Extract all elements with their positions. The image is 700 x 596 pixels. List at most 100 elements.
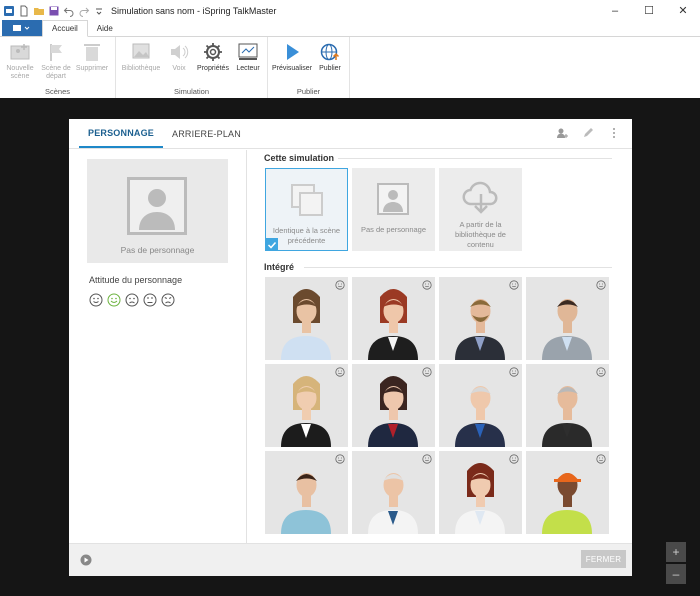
angry-face-icon[interactable] [161,293,175,307]
ribbon-tabs: Accueil Aide [0,20,700,37]
smile-icon [422,280,432,290]
play-icon [287,44,299,60]
library-icon [132,43,150,59]
character-placeholder: Pas de personnage [87,159,228,263]
add-character-icon[interactable] [556,127,568,139]
character-card[interactable] [439,451,522,534]
publish-label: Publier [319,65,341,72]
character-card[interactable] [526,277,609,360]
player-icon [238,43,258,60]
maximize-button[interactable]: ☐ [632,0,666,21]
placeholder-caption: Pas de personnage [120,245,195,255]
voice-label: Voix [172,65,186,72]
globe-icon [320,43,340,61]
character-card[interactable] [265,277,348,360]
customize-toolbar-icon[interactable] [93,5,105,17]
section-title-simulation: Cette simulation [264,153,335,163]
gear-icon [204,43,222,61]
character-dialog: PERSONNAGE ARRIERE-PLAN Pas de personnag… [69,119,632,576]
properties-label: Propriétés [197,65,229,72]
copy-icon [291,184,323,216]
smile-icon [509,454,519,464]
from-library-card[interactable]: A partir de la bibliothèque de contenu [439,168,522,251]
tab-aide[interactable]: Aide [88,20,122,36]
undo-icon[interactable] [63,5,75,17]
attitude-label: Attitude du personnage [89,275,183,285]
smile-icon [509,280,519,290]
title-bar: Simulation sans nom - iSpring TalkMaster… [0,0,700,21]
attitude-selector [89,293,175,307]
open-folder-icon[interactable] [33,5,45,17]
smile-icon [335,454,345,464]
flag-icon [50,44,62,61]
section-divider [338,158,612,159]
character-card[interactable] [352,364,435,447]
more-options-icon[interactable] [608,127,620,139]
play-preview-icon[interactable] [80,554,92,566]
quick-access-toolbar [0,5,105,17]
character-card[interactable] [439,277,522,360]
dialog-tabs: PERSONNAGE ARRIERE-PLAN [69,119,632,149]
person-placeholder-icon [377,183,409,215]
section-title-integrated: Intégré [264,262,295,272]
redo-icon[interactable] [78,5,90,17]
character-card[interactable] [265,451,348,534]
neutral-face-icon[interactable] [89,293,103,307]
smile-icon [596,367,606,377]
tab-accueil[interactable]: Accueil [42,20,88,37]
group-label-simulation: Simulation [173,87,210,96]
smile-icon [596,454,606,464]
file-menu-button[interactable] [2,20,42,36]
group-simulation: Bibliothèque Voix Propriétés Lecteur Sim… [116,37,268,98]
trash-icon [84,44,100,61]
save-icon[interactable] [48,5,60,17]
from-library-caption: A partir de la bibliothèque de contenu [455,220,506,249]
zoom-in-button[interactable]: + [666,542,686,562]
group-label-scenes: Scènes [44,87,71,96]
zoom-out-button[interactable]: – [666,564,686,584]
section-divider [304,267,612,268]
start-scene-label: Scène de départ [41,65,71,80]
no-character-card[interactable]: Pas de personnage [352,168,435,251]
speaker-icon [171,45,189,59]
dialog-footer: FERMER [69,543,632,576]
new-scene-icon [10,44,30,60]
same-as-previous-caption: Identique à la scène précédente [272,226,341,245]
group-publier: Prévisualiser Publier Publier [268,37,350,98]
character-card[interactable] [352,451,435,534]
character-library-pane: Cette simulation Identique à la scène pr… [256,150,626,543]
menu-icon [13,25,30,31]
character-card[interactable] [352,277,435,360]
zoom-controls: + – [666,542,686,584]
app-icon [4,5,14,16]
edit-icon[interactable] [582,127,594,139]
character-card[interactable] [526,451,609,534]
minimize-button[interactable]: – [598,0,632,21]
group-label-publier: Publier [296,87,321,96]
happy-face-icon[interactable] [107,293,121,307]
smile-icon [335,367,345,377]
no-character-caption: Pas de personnage [360,225,427,234]
delete-label: Supprimer [75,65,109,72]
smile-icon [335,280,345,290]
new-file-icon[interactable] [18,5,30,17]
smile-icon [509,367,519,377]
preview-label: Prévisualiser [271,65,313,72]
tab-arriere-plan[interactable]: ARRIERE-PLAN [163,119,250,148]
close-dialog-button[interactable]: FERMER [581,550,626,568]
character-card[interactable] [265,364,348,447]
cloud-download-icon [462,181,498,214]
sad-face-icon[interactable] [125,293,139,307]
character-preview-pane: Pas de personnage Attitude du personnage [69,150,247,543]
close-window-button[interactable]: ✕ [666,0,700,21]
character-card[interactable] [439,364,522,447]
group-scenes: Nouvelle scène Scène de départ Supprimer… [0,37,116,98]
smile-icon [422,454,432,464]
person-placeholder-icon [127,177,187,235]
confused-face-icon[interactable] [143,293,157,307]
tab-personnage[interactable]: PERSONNAGE [79,119,164,148]
smile-icon [596,280,606,290]
same-as-previous-card[interactable]: Identique à la scène précédente [265,168,348,251]
new-scene-label: Nouvelle scène [6,65,34,80]
character-card[interactable] [526,364,609,447]
